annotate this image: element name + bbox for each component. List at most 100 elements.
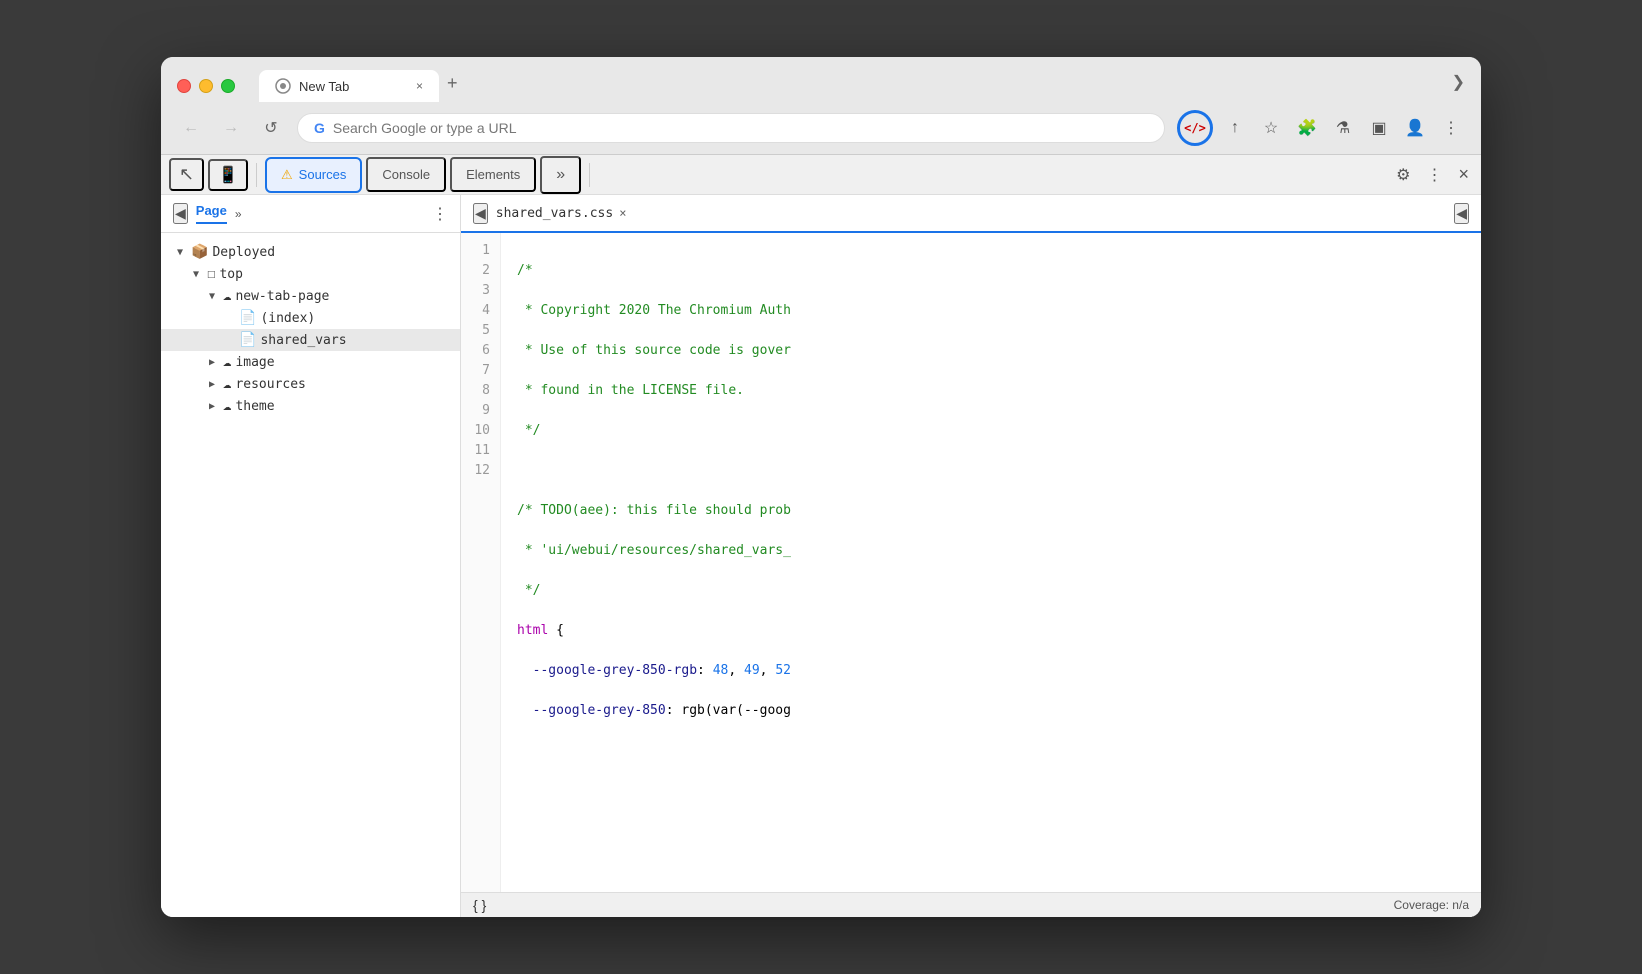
minimize-window-button[interactable] (199, 79, 213, 93)
code-panel: ◀ shared_vars.css × ◀ 1 2 (461, 195, 1481, 917)
expand-arrow: ▼ (193, 269, 207, 280)
tab-overflow-button[interactable]: ❯ (1452, 72, 1465, 92)
lab-button[interactable]: ⚗ (1329, 114, 1357, 142)
tree-item-top[interactable]: ▼ ☐ top (161, 263, 460, 285)
resources-label: resources (235, 377, 305, 392)
code-line-7: /* TODO(aee): this file should prob (517, 501, 1481, 521)
tab-console[interactable]: Console (366, 157, 446, 192)
tree-item-sharedvars[interactable]: 📄 shared_vars (161, 329, 460, 351)
extensions-button[interactable]: 🧩 (1293, 114, 1321, 142)
address-input[interactable]: G Search Google or type a URL (297, 113, 1165, 143)
newtabpage-icon: ☁ (223, 288, 231, 304)
line-num-9: 9 (461, 401, 500, 421)
tree-item-deployed[interactable]: ▼ 📦 Deployed (161, 241, 460, 263)
sharedvars-label: shared_vars (260, 333, 346, 348)
devtools-button[interactable]: </> (1177, 110, 1213, 146)
collapse-left-icon: ◀ (175, 205, 186, 221)
code-editor[interactable]: 1 2 3 4 5 6 7 8 9 10 11 12 /* * Copyrigh… (461, 233, 1481, 892)
devtools-body: ◀ Page » ⋮ ▼ 📦 Deployed (161, 195, 1481, 917)
bookmark-button[interactable]: ☆ (1257, 114, 1285, 142)
css-file-name: shared_vars.css (496, 206, 613, 221)
tree-item-newtabpage[interactable]: ▼ ☁ new-tab-page (161, 285, 460, 307)
page-tab[interactable]: Page (196, 203, 227, 224)
line-num-5: 5 (461, 321, 500, 341)
devtools-settings-button[interactable]: ⚙ (1392, 161, 1414, 189)
devtools-close-button[interactable]: × (1454, 160, 1473, 189)
panel-menu-button[interactable]: ⋮ (432, 204, 448, 224)
sharedvars-icon: 📄 (239, 332, 256, 348)
menu-icon: ⋮ (1443, 118, 1459, 138)
tree-item-theme[interactable]: ▶ ☁ theme (161, 395, 460, 417)
title-bar: New Tab × + ❯ (161, 57, 1481, 102)
code-line-9: */ (517, 581, 1481, 601)
google-icon: G (314, 120, 325, 136)
share-button[interactable]: ↑ (1221, 114, 1249, 142)
profile-button[interactable]: 👤 (1401, 114, 1429, 142)
tab-elements[interactable]: Elements (450, 157, 536, 192)
tab-inspector[interactable]: ↖ (169, 158, 204, 191)
tree-item-image[interactable]: ▶ ☁ image (161, 351, 460, 373)
devtools-icon: </> (1184, 121, 1206, 135)
devtools-header-right: ⚙ ⋮ × (1392, 160, 1473, 189)
chrome-icon (275, 78, 291, 94)
collapse-left-icon: ◀ (475, 205, 486, 221)
tab-area: New Tab × + (259, 69, 466, 102)
top-icon: ☐ (207, 266, 215, 282)
refresh-button[interactable]: ↺ (257, 114, 285, 142)
line-num-7: 7 (461, 361, 500, 381)
tab-close-button[interactable]: × (416, 79, 423, 93)
tab-device[interactable]: 📱 (208, 159, 248, 191)
tree-item-resources[interactable]: ▶ ☁ resources (161, 373, 460, 395)
expand-arrow: ▶ (209, 357, 223, 368)
line-numbers: 1 2 3 4 5 6 7 8 9 10 11 12 (461, 233, 501, 892)
new-tab-button[interactable]: + (439, 69, 466, 98)
close-window-button[interactable] (177, 79, 191, 93)
theme-label: theme (235, 399, 274, 414)
theme-icon: ☁ (223, 398, 231, 414)
active-tab[interactable]: New Tab × (259, 70, 439, 102)
code-line-1: /* (517, 261, 1481, 281)
elements-tab-label: Elements (466, 167, 520, 182)
browser-window: New Tab × + ❯ ← → ↺ G Search Google or t… (161, 57, 1481, 917)
devtools-more-button[interactable]: ⋮ (1422, 161, 1446, 189)
menu-button[interactable]: ⋮ (1437, 114, 1465, 142)
line-num-12: 12 (461, 461, 500, 481)
expand-arrow: ▼ (209, 291, 223, 302)
search-placeholder: Search Google or type a URL (333, 120, 517, 136)
forward-icon: → (223, 119, 239, 137)
expand-arrow: ▼ (177, 247, 191, 258)
tree-item-index[interactable]: 📄 (index) (161, 307, 460, 329)
line-num-1: 1 (461, 241, 500, 261)
back-button[interactable]: ← (177, 114, 205, 142)
traffic-lights (177, 79, 235, 93)
code-tab: shared_vars.css × (496, 206, 627, 221)
code-panel-right-collapse[interactable]: ◀ (1454, 203, 1469, 224)
line-num-6: 6 (461, 341, 500, 361)
code-header-right: ◀ (1454, 203, 1469, 224)
tab-title: New Tab (299, 79, 349, 94)
expand-arrow: ▶ (209, 379, 223, 390)
devtools-header: ↖ 📱 ⚠ Sources Console Elements » ⚙ ⋮ (161, 155, 1481, 195)
code-panel-collapse-button[interactable]: ◀ (473, 203, 488, 224)
maximize-window-button[interactable] (221, 79, 235, 93)
pretty-print-button[interactable]: { } (473, 897, 486, 913)
panel-collapse-button[interactable]: ◀ (173, 203, 188, 224)
tab-more[interactable]: » (540, 156, 581, 194)
line-num-3: 3 (461, 281, 500, 301)
browser-toolbar: </> ↑ ☆ 🧩 ⚗ ▣ 👤 ⋮ (1177, 110, 1465, 146)
line-num-10: 10 (461, 421, 500, 441)
sidebar-button[interactable]: ▣ (1365, 114, 1393, 142)
flask-icon: ⚗ (1336, 118, 1350, 138)
file-tree: ▼ 📦 Deployed ▼ ☐ top (161, 233, 460, 917)
code-header: ◀ shared_vars.css × ◀ (461, 195, 1481, 233)
tab-sources[interactable]: ⚠ Sources (265, 157, 362, 193)
more-tabs-icon: » (556, 166, 565, 184)
star-icon: ☆ (1264, 118, 1278, 138)
newtabpage-label: new-tab-page (235, 289, 329, 304)
puzzle-icon: 🧩 (1297, 118, 1317, 138)
expand-arrow: ▶ (209, 401, 223, 412)
code-tab-close-button[interactable]: × (619, 206, 626, 220)
panel-more-button[interactable]: » (235, 207, 242, 221)
code-line-2: * Copyright 2020 The Chromium Auth (517, 301, 1481, 321)
forward-button[interactable]: → (217, 114, 245, 142)
